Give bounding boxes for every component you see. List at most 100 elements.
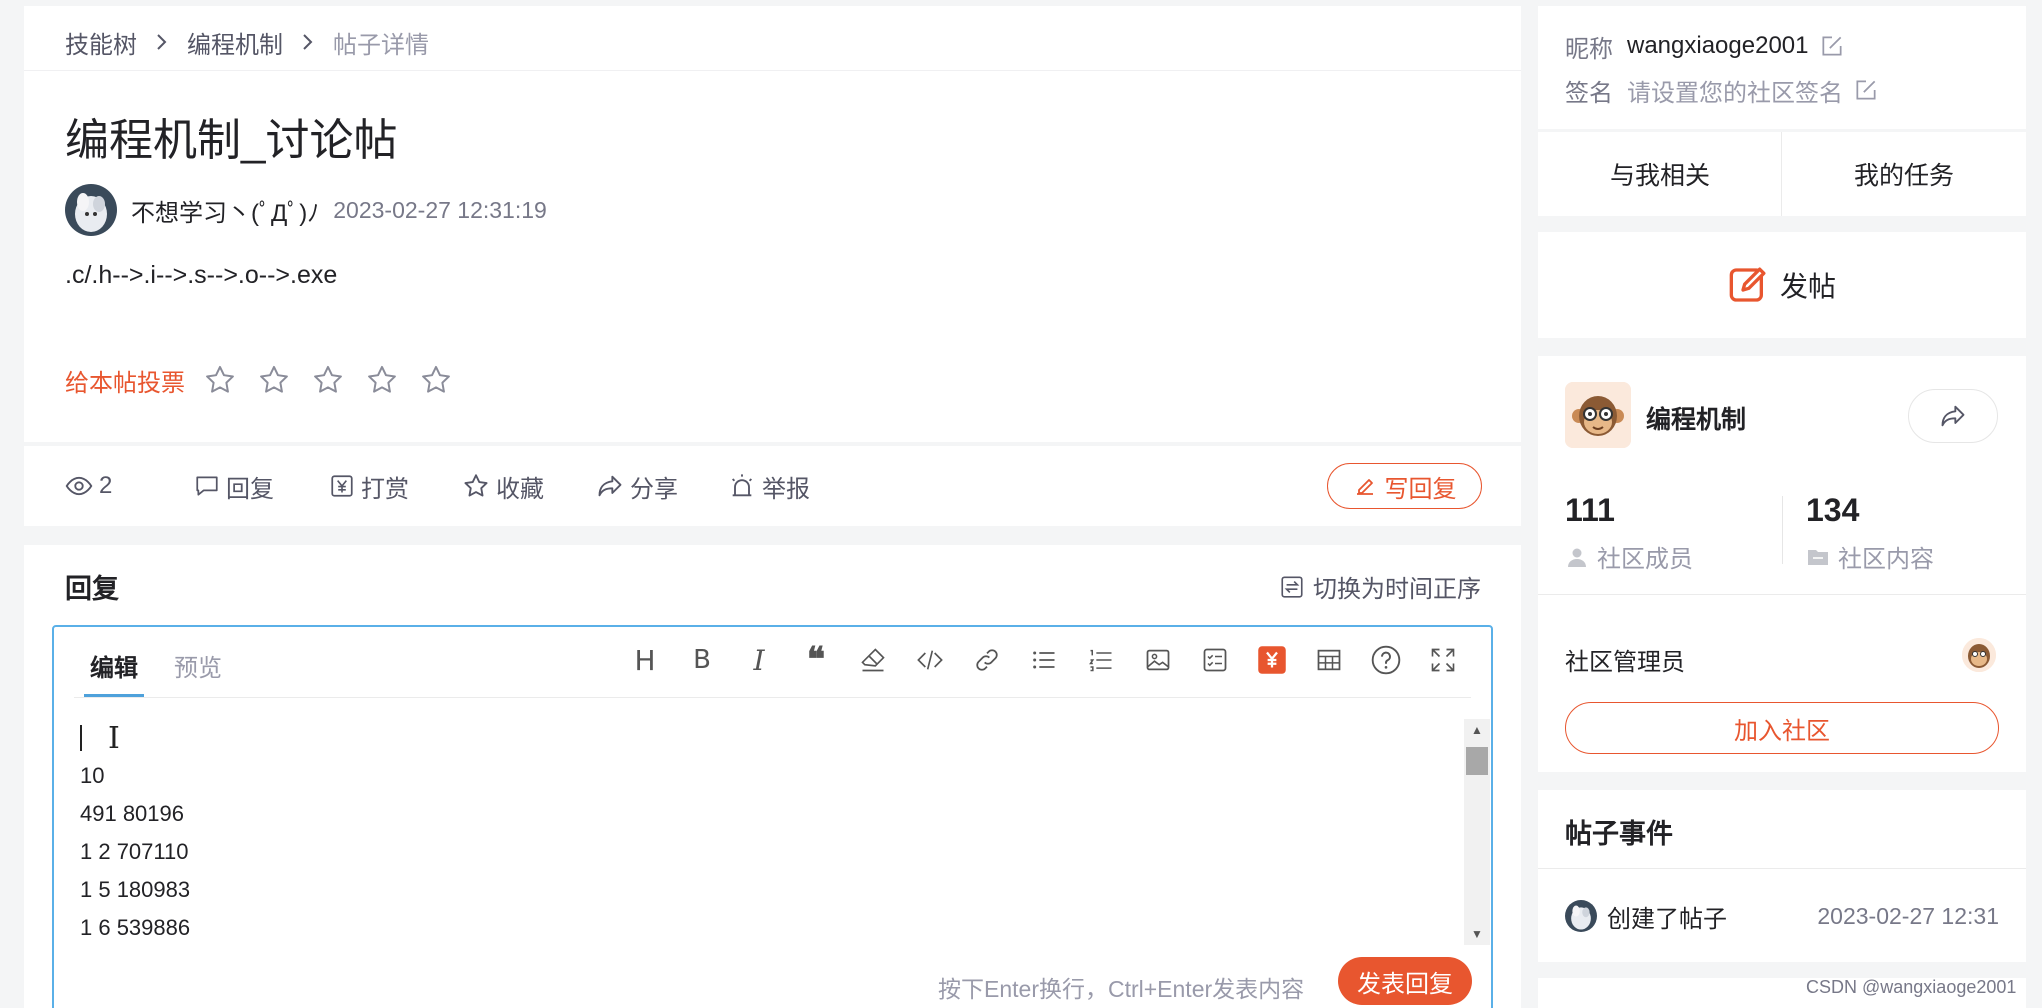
share-icon xyxy=(1941,405,1965,427)
tab-preview[interactable]: 预览 xyxy=(174,643,222,687)
bold-icon[interactable]: B xyxy=(684,642,720,678)
author-name[interactable]: 不想学习丶(ﾟДﾟ)ﾉ xyxy=(131,193,319,228)
signature-row: 签名 请设置您的社区签名 xyxy=(1565,70,1879,110)
members-count: 111 xyxy=(1565,492,1615,528)
views-value: 2 xyxy=(99,472,113,499)
scroll-up-arrow-icon[interactable]: ▲ xyxy=(1464,721,1490,739)
heading-icon[interactable]: H xyxy=(627,642,663,678)
star-icon-2[interactable] xyxy=(257,363,291,397)
right-tabs-card: 与我相关 我的任务 xyxy=(1538,132,2026,216)
user-icon xyxy=(1568,548,1586,567)
vote-label: 给本帖投票 xyxy=(65,369,185,397)
editor-scrollbar[interactable]: ▲ ▼ xyxy=(1464,719,1490,945)
tab-my-tasks[interactable]: 我的任务 xyxy=(1782,132,2026,216)
scroll-down-arrow-icon[interactable]: ▼ xyxy=(1464,925,1490,943)
edit-signature-icon[interactable] xyxy=(1853,77,1879,103)
task-list-icon[interactable] xyxy=(1197,642,1233,678)
link-icon[interactable] xyxy=(969,642,1005,678)
event-text: 创建了帖子 xyxy=(1607,905,1727,933)
event-item: 创建了帖子 2023-02-27 12:31 xyxy=(1565,896,1999,936)
star-outline-icon xyxy=(464,474,488,497)
editor-textarea[interactable]: I 10 491 80196 1 2 707110 1 5 180983 1 6… xyxy=(80,719,1470,949)
community-name[interactable]: 编程机制 xyxy=(1646,400,1746,436)
editor-hint: 按下Enter换行，Ctrl+Enter发表内容 xyxy=(938,976,1305,1002)
edit-nickname-icon[interactable] xyxy=(1819,33,1845,59)
reply-action[interactable]: 回复 xyxy=(194,446,274,526)
write-reply-button[interactable]: 写回复 xyxy=(1327,463,1482,509)
caret-line: I xyxy=(80,719,1470,757)
star-icon-1[interactable] xyxy=(203,363,237,397)
tab-related-to-me[interactable]: 与我相关 xyxy=(1538,132,1782,216)
bullet-list-icon[interactable] xyxy=(1026,642,1062,678)
write-reply-label: 写回复 xyxy=(1384,475,1457,503)
vote-row: 给本帖投票 xyxy=(65,360,473,400)
members-label: 社区成员 xyxy=(1597,546,1693,573)
code-icon[interactable] xyxy=(912,642,948,678)
nickname-value: wangxiaoge2001 xyxy=(1627,32,1809,59)
chevron-right-icon xyxy=(155,32,169,52)
author-avatar[interactable] xyxy=(65,184,117,236)
watermark: CSDN @wangxiaoge2001 xyxy=(1806,977,2017,997)
divider xyxy=(24,70,1521,71)
italic-icon[interactable]: I xyxy=(741,642,777,678)
share-icon xyxy=(598,475,622,497)
content-line: 1 5 180983 xyxy=(80,877,191,902)
admin-avatar[interactable] xyxy=(1962,638,1996,672)
chevron-right-icon xyxy=(301,32,315,52)
event-avatar[interactable] xyxy=(1565,900,1597,932)
author-row: 不想学习丶(ﾟДﾟ)ﾉ 2023-02-27 12:31:19 xyxy=(65,182,547,238)
text-cursor-icon: I xyxy=(108,720,120,756)
sort-toggle-button[interactable]: 切换为时间正序 xyxy=(1279,569,1481,604)
event-time: 2023-02-27 12:31 xyxy=(1817,902,1999,929)
star-icon-3[interactable] xyxy=(311,363,345,397)
divider xyxy=(1538,594,2026,595)
signature-value: 请设置您的社区签名 xyxy=(1627,79,1843,107)
favorite-action-label: 收藏 xyxy=(496,475,544,503)
comment-icon xyxy=(196,476,218,496)
alarm-icon xyxy=(732,474,752,497)
share-community-button[interactable] xyxy=(1908,389,1998,443)
community-avatar[interactable] xyxy=(1565,382,1631,448)
reward-icon[interactable] xyxy=(1254,642,1290,678)
action-bar: 2 回复 打赏 收藏 分享 举报 写回复 xyxy=(24,446,1521,526)
tab-edit[interactable]: 编辑 xyxy=(84,643,144,697)
scroll-thumb[interactable] xyxy=(1466,747,1488,775)
publish-reply-button[interactable]: 发表回复 xyxy=(1338,957,1472,1005)
members-label-row: 社区成员 xyxy=(1565,539,1693,574)
help-icon[interactable] xyxy=(1368,642,1404,678)
eye-icon xyxy=(65,476,93,496)
content-label-row: 社区内容 xyxy=(1806,539,1934,574)
signature-label: 签名 xyxy=(1565,79,1613,107)
edit-icon xyxy=(1356,479,1373,495)
new-post-button[interactable]: 发帖 xyxy=(1538,232,2026,338)
reply-editor: 编辑 预览 H B I ❝ I 10 491 80196 1 2 707110 … xyxy=(52,625,1493,1008)
post-card: 技能树 编程机制 帖子详情 编程机制_讨论帖 不想学习丶(ﾟДﾟ)ﾉ 2023-… xyxy=(24,6,1521,442)
divider xyxy=(1782,496,1783,564)
ordered-list-icon[interactable] xyxy=(1083,642,1119,678)
profile-card: 昵称 wangxiaoge2001 签名 请设置您的社区签名 xyxy=(1538,6,2026,129)
editor-toolbar: H B I ❝ xyxy=(606,640,1461,680)
clear-format-icon[interactable] xyxy=(855,642,891,678)
fullscreen-icon[interactable] xyxy=(1425,642,1461,678)
reward-action[interactable]: 打赏 xyxy=(329,446,409,526)
share-action[interactable]: 分享 xyxy=(596,446,678,526)
star-icon-4[interactable] xyxy=(365,363,399,397)
image-icon[interactable] xyxy=(1140,642,1176,678)
report-action[interactable]: 举报 xyxy=(728,446,810,526)
quote-icon[interactable]: ❝ xyxy=(798,640,834,680)
breadcrumb-skill-tree[interactable]: 技能树 xyxy=(65,25,137,60)
breadcrumb-programming[interactable]: 编程机制 xyxy=(187,25,283,60)
favorite-action[interactable]: 收藏 xyxy=(462,446,544,526)
members-stat: 111 社区成员 xyxy=(1565,492,1693,574)
reply-action-label: 回复 xyxy=(226,475,274,503)
community-card: 编程机制 111 社区成员 134 社区内容 社区管理员 加入社区 xyxy=(1538,356,2026,772)
table-icon[interactable] xyxy=(1311,642,1347,678)
content-line: 1 2 707110 xyxy=(80,839,189,864)
join-community-button[interactable]: 加入社区 xyxy=(1565,702,1999,754)
folder-icon xyxy=(1808,549,1828,565)
content-count: 134 xyxy=(1806,492,1860,528)
content-line: 10 xyxy=(80,763,105,788)
star-icon-5[interactable] xyxy=(419,363,453,397)
post-body: .c/.h-->.i-->.s-->.o-->.exe xyxy=(65,261,338,289)
divider xyxy=(1538,868,2026,869)
